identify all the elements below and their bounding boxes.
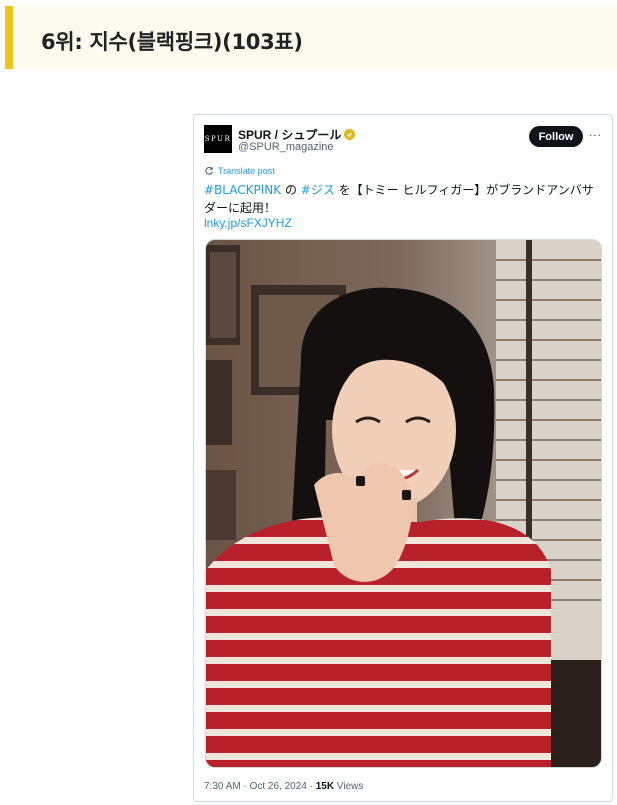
translate-post-label[interactable]: Translate post (218, 166, 275, 176)
rank-header: 6위: 지수(블랙핑크)(103표) (5, 6, 617, 69)
tweet-date[interactable]: Oct 26, 2024 (250, 781, 307, 792)
meta-separator: · (240, 781, 250, 792)
meta-separator: · (306, 781, 316, 792)
handle[interactable]: @SPUR_magazine (238, 141, 334, 153)
tweet-photo[interactable] (205, 239, 602, 768)
tweet-meta: 7:30 AM · Oct 26, 2024 · 15K Views (204, 781, 363, 792)
rank-title: 6위: 지수(블랙핑크)(103표) (41, 30, 303, 54)
views-label: Views (334, 781, 364, 792)
views-count: 15K (315, 781, 335, 792)
tweet-text-part: の (281, 183, 301, 197)
more-options-icon[interactable]: ··· (588, 127, 602, 145)
tweet-time[interactable]: 7:30 AM (204, 781, 241, 792)
avatar[interactable]: SPUR (204, 125, 232, 153)
photo-image (206, 240, 601, 767)
verified-badge-icon (344, 129, 356, 140)
translate-post-link[interactable]: Translate post (204, 166, 275, 176)
tweet-text: #BLACKPINK の #ジス を【トミー ヒルフィガー】がブランドアンバサダ… (204, 181, 604, 217)
translate-icon (205, 166, 213, 175)
embedded-tweet[interactable]: SPUR SPUR / シュプール @SPUR_magazine Follow … (193, 114, 613, 802)
tweet-link[interactable]: lnky.jp/sFXJYHZ (204, 216, 292, 230)
hashtag-jisoo[interactable]: #ジス (301, 183, 335, 197)
follow-button[interactable]: Follow (529, 126, 583, 147)
hashtag-blackpink[interactable]: #BLACKPINK (204, 183, 281, 197)
